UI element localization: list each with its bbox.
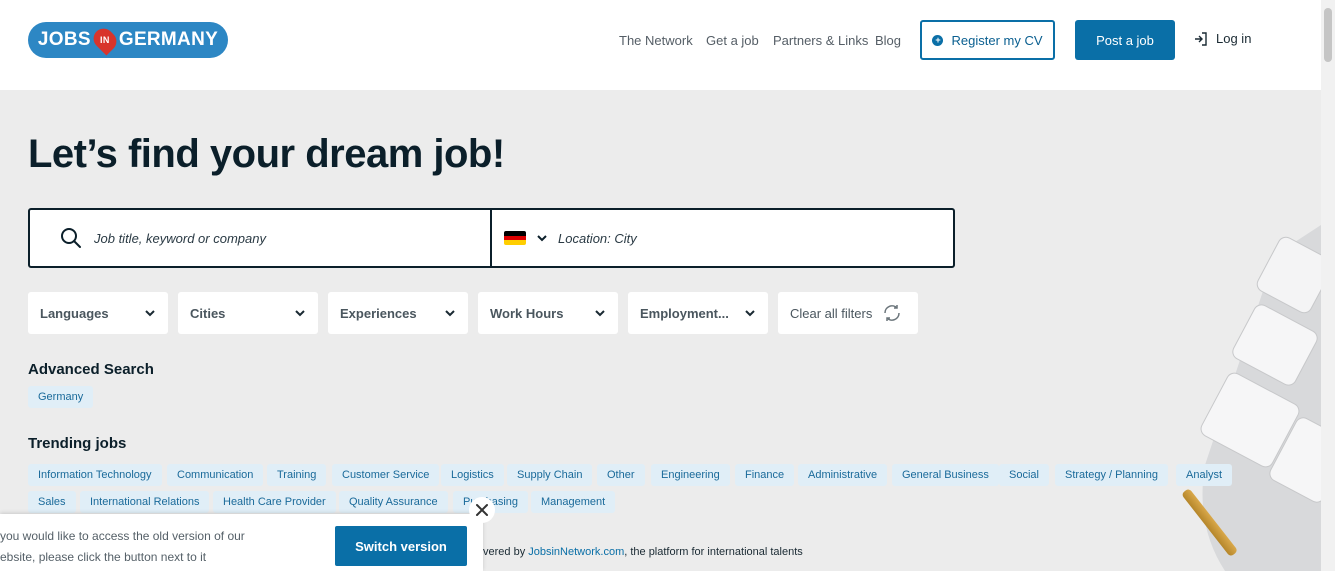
- keyword-search-field[interactable]: [30, 210, 492, 266]
- chip-customer-service[interactable]: Customer Service: [332, 464, 440, 486]
- powered-by-text: vered by JobsinNetwork.com, the platform…: [483, 546, 803, 558]
- logo-text-jobs: JOBS: [37, 29, 91, 50]
- chip-strategy-planning[interactable]: Strategy / Planning: [1055, 464, 1168, 486]
- location-pin-icon: IN: [89, 24, 121, 56]
- chip-germany[interactable]: Germany: [28, 386, 94, 408]
- keyboard-background-image: [1200, 225, 1321, 571]
- filter-label: Work Hours: [490, 305, 564, 321]
- chip-general-business[interactable]: General Business: [892, 464, 999, 486]
- location-input[interactable]: [558, 230, 918, 246]
- powered-suffix: , the platform for international talents: [624, 546, 803, 558]
- chip-sales[interactable]: Sales: [28, 491, 76, 513]
- job-search-bar: [28, 208, 955, 268]
- location-search-field[interactable]: [492, 210, 953, 266]
- login-link[interactable]: Log in: [1194, 31, 1251, 46]
- filter-cities[interactable]: Cities: [178, 292, 318, 334]
- plus-circle-icon: +: [932, 34, 944, 46]
- site-logo[interactable]: JOBS IN GERMANY: [28, 22, 228, 58]
- post-job-button[interactable]: Post a job: [1075, 20, 1175, 60]
- chip-international-relations[interactable]: International Relations: [80, 491, 210, 513]
- chip-administrative[interactable]: Administrative: [798, 464, 888, 486]
- chip-other[interactable]: Other: [597, 464, 645, 486]
- nav-partners-links[interactable]: Partners & Links: [773, 33, 868, 48]
- filter-label: Employment...: [640, 305, 729, 321]
- nav-blog[interactable]: Blog: [875, 33, 901, 48]
- logo-text-in: IN: [100, 35, 110, 46]
- filter-experiences[interactable]: Experiences: [328, 292, 468, 334]
- login-label: Log in: [1216, 31, 1252, 46]
- advanced-search-title: Advanced Search: [28, 361, 154, 378]
- chip-information-technology[interactable]: Information Technology: [28, 464, 162, 486]
- filter-work-hours[interactable]: Work Hours: [478, 292, 618, 334]
- chip-logistics[interactable]: Logistics: [441, 464, 504, 486]
- popup-line-1: you would like to access the old version…: [0, 529, 245, 543]
- refresh-icon: [884, 305, 901, 321]
- chevron-down-icon: [145, 310, 155, 317]
- popup-line-2: ebsite, please click the button next to …: [0, 550, 207, 564]
- site-header: JOBS IN GERMANY The Network Get a job Pa…: [0, 0, 1321, 90]
- old-version-popup: you would like to access the old version…: [0, 514, 483, 571]
- chip-social[interactable]: Social: [999, 464, 1049, 486]
- chevron-down-icon[interactable]: [536, 232, 548, 244]
- filter-label: Cities: [190, 305, 226, 321]
- search-icon: [61, 228, 81, 248]
- close-icon: [476, 504, 488, 516]
- filter-label: Experiences: [340, 305, 417, 321]
- clear-filters-label: Clear all filters: [790, 305, 873, 321]
- clear-filters-button[interactable]: Clear all filters: [778, 292, 918, 334]
- nav-the-network[interactable]: The Network: [619, 33, 693, 48]
- chip-supply-chain[interactable]: Supply Chain: [507, 464, 593, 486]
- login-icon: [1195, 31, 1207, 46]
- chip-management[interactable]: Management: [531, 491, 616, 513]
- chip-analyst[interactable]: Analyst: [1176, 464, 1233, 486]
- nav-get-a-job[interactable]: Get a job: [706, 33, 759, 48]
- chip-engineering[interactable]: Engineering: [651, 464, 730, 486]
- chip-finance[interactable]: Finance: [735, 464, 795, 486]
- keyword-input[interactable]: [94, 230, 454, 246]
- switch-version-button[interactable]: Switch version: [335, 526, 467, 566]
- register-cv-label: Register my CV: [951, 32, 1043, 48]
- scrollbar-thumb[interactable]: [1324, 8, 1332, 62]
- chip-training[interactable]: Training: [267, 464, 327, 486]
- close-popup-button[interactable]: [469, 497, 495, 523]
- jobsinnetwork-link[interactable]: JobsinNetwork.com: [528, 546, 624, 558]
- chip-health-care-provider[interactable]: Health Care Provider: [213, 491, 336, 513]
- logo-text-germany: GERMANY: [118, 29, 219, 50]
- page-title: Let’s find your dream job!: [28, 132, 505, 176]
- chip-communication[interactable]: Communication: [167, 464, 264, 486]
- chevron-down-icon: [295, 310, 305, 317]
- popup-message: you would like to access the old version…: [0, 526, 300, 568]
- chevron-down-icon: [445, 310, 455, 317]
- trending-jobs-title: Trending jobs: [28, 435, 127, 452]
- filter-employment[interactable]: Employment...: [628, 292, 768, 334]
- germany-flag-icon[interactable]: [504, 231, 526, 245]
- filter-languages[interactable]: Languages: [28, 292, 168, 334]
- chevron-down-icon: [595, 310, 605, 317]
- chevron-down-icon: [745, 310, 755, 317]
- register-cv-button[interactable]: + Register my CV: [920, 20, 1055, 60]
- page-scrollbar[interactable]: [1321, 0, 1335, 571]
- filter-label: Languages: [40, 305, 109, 321]
- chip-quality-assurance[interactable]: Quality Assurance: [339, 491, 448, 513]
- powered-prefix: vered by: [483, 546, 529, 558]
